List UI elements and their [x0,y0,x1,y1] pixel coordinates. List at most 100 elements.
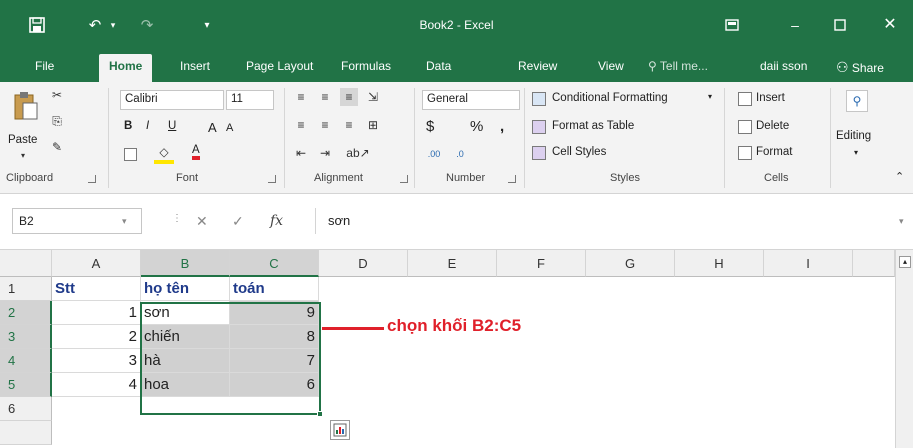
decrease-decimal-icon[interactable]: .0 [450,146,470,162]
decrease-indent-icon[interactable]: ⇤ [292,144,310,162]
font-color-button[interactable]: A [192,144,200,160]
cell-b3[interactable]: chiến [141,325,230,349]
cell-a4[interactable]: 3 [52,349,141,373]
cell-a3[interactable]: 2 [52,325,141,349]
alignment-launcher-icon[interactable] [400,175,408,183]
paste-button[interactable]: Paste [8,134,37,146]
column-header-a[interactable]: A [52,250,141,277]
comma-button[interactable]: , [500,118,504,135]
align-bottom-icon[interactable]: ≡ [340,88,358,106]
format-cells-icon[interactable] [738,146,752,160]
cut-icon[interactable]: ✂ [48,86,66,104]
increase-decimal-icon[interactable]: .00 [424,146,444,162]
align-top-icon[interactable]: ≡ [292,88,310,106]
format-painter-icon[interactable]: ✎ [48,138,66,156]
fill-color-icon[interactable]: ◇ [154,144,174,164]
tab-view[interactable]: View [598,59,624,73]
copy-icon[interactable]: ⎘ [48,112,66,130]
cell-b2[interactable]: sơn [141,301,230,325]
insert-cells-button[interactable]: Insert [756,92,785,104]
orientation-icon[interactable]: ab↗ [346,144,370,162]
cell-c1[interactable]: toán [230,277,319,301]
underline-button[interactable]: U [168,120,176,132]
row-header-5[interactable]: 5 [0,373,52,397]
enter-icon[interactable]: ✓ [232,213,244,230]
tab-data[interactable]: Data [426,59,451,73]
row-header-3[interactable]: 3 [0,325,52,349]
row-header-1[interactable]: 1 [0,277,52,301]
quick-analysis-icon[interactable] [330,420,350,440]
formula-input[interactable]: sơn [315,208,895,234]
format-as-table-icon[interactable] [532,120,546,134]
tab-formulas[interactable]: Formulas [341,59,391,73]
maximize-icon[interactable] [820,14,860,36]
cell-styles-button[interactable]: Cell Styles [552,146,606,158]
column-header-d[interactable]: D [319,250,408,277]
paste-dropdown-icon[interactable]: ▾ [16,150,30,160]
cell-c3[interactable]: 8 [230,325,319,349]
name-box-dropdown-icon[interactable]: ▾ [122,216,127,227]
grow-font-button[interactable]: A [208,120,217,135]
cancel-icon[interactable]: ✕ [196,213,208,230]
collapse-ribbon-icon[interactable]: ⌃ [895,170,904,183]
conditional-formatting-icon[interactable] [532,92,546,106]
vertical-scrollbar[interactable]: ▴ [895,250,913,448]
user-name[interactable]: daii sson [760,59,807,73]
cell-b4[interactable]: hà [141,349,230,373]
delete-cells-icon[interactable] [738,120,752,134]
cell-b1[interactable]: họ tên [141,277,230,301]
insert-cells-icon[interactable] [738,92,752,106]
tab-insert[interactable]: Insert [180,59,210,73]
cell-c4[interactable]: 7 [230,349,319,373]
tab-file[interactable]: File [35,59,54,73]
scroll-up-icon[interactable]: ▴ [899,256,911,268]
column-header-g[interactable]: G [586,250,675,277]
worksheet-grid[interactable]: A B C D E F G H I 1 2 3 4 5 6 Stt họ tên… [0,250,913,448]
tab-home[interactable]: Home [99,54,153,82]
cell-a5[interactable]: 4 [52,373,141,397]
align-left-icon[interactable]: ≡ [292,116,310,134]
ribbon-display-icon[interactable] [712,14,752,36]
font-launcher-icon[interactable] [268,175,276,183]
italic-button[interactable]: I [146,120,149,132]
select-all-corner[interactable] [0,250,52,277]
cell-a2[interactable]: 1 [52,301,141,325]
row-header-2[interactable]: 2 [0,301,52,325]
paste-icon[interactable] [12,90,40,122]
cell-a1[interactable]: Stt [52,277,141,301]
number-format-select[interactable]: General [422,90,520,110]
align-center-icon[interactable]: ≡ [316,116,334,134]
column-header-j[interactable] [853,250,895,277]
column-header-e[interactable]: E [408,250,497,277]
currency-button[interactable]: $ [426,118,434,135]
increase-indent-icon[interactable]: ⇥ [316,144,334,162]
merge-center-icon[interactable]: ⊞ [364,116,382,134]
column-header-c[interactable]: C [230,250,319,277]
cell-b5[interactable]: hoa [141,373,230,397]
cell-c5[interactable]: 6 [230,373,319,397]
close-icon[interactable]: ✕ [870,14,910,36]
conditional-formatting-button[interactable]: Conditional Formatting [552,92,668,104]
font-name-select[interactable]: Calibri [120,90,224,110]
tell-me-search[interactable]: ⚲ Tell me... [648,59,708,73]
format-cells-button[interactable]: Format [756,146,792,158]
column-header-h[interactable]: H [675,250,764,277]
editing-dropdown-icon[interactable]: ▾ [854,148,858,157]
column-header-f[interactable]: F [497,250,586,277]
row-header-7[interactable] [0,421,52,445]
editing-button[interactable]: Editing [836,130,871,142]
tab-page-layout[interactable]: Page Layout [246,59,313,73]
bold-button[interactable]: B [124,120,132,132]
insert-function-icon[interactable]: fx [270,213,283,229]
align-right-icon[interactable]: ≡ [340,116,358,134]
search-icon[interactable]: ⚲ [846,90,868,112]
align-middle-icon[interactable]: ≡ [316,88,334,106]
cell-styles-icon[interactable] [532,146,546,160]
borders-icon[interactable] [124,148,137,161]
column-header-i[interactable]: I [764,250,853,277]
column-header-b[interactable]: B [141,250,230,277]
number-launcher-icon[interactable] [508,175,516,183]
tab-review[interactable]: Review [518,59,557,73]
cell-c2[interactable]: 9 [230,301,319,325]
fill-handle[interactable] [317,411,323,417]
